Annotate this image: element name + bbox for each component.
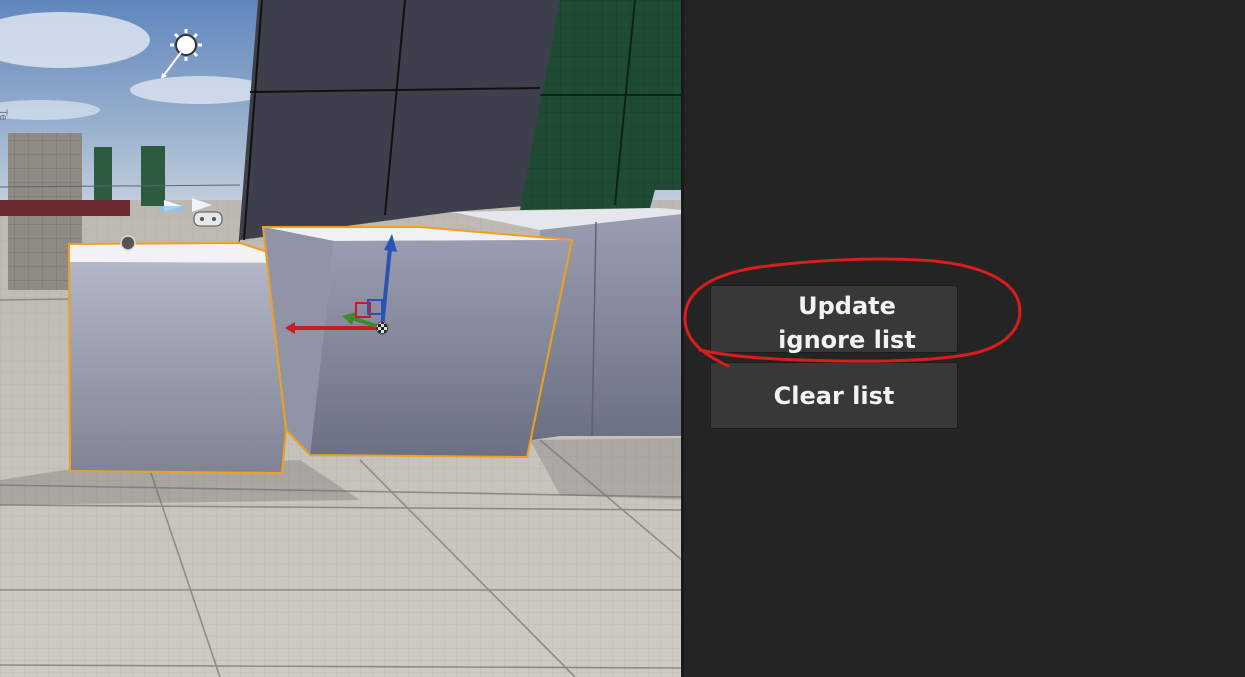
far-red-wall — [0, 200, 130, 216]
far-green-pillar — [94, 147, 112, 200]
details-panel: Update ignore list Clear list — [684, 0, 1245, 677]
update-ignore-list-label: Update ignore list — [778, 292, 916, 354]
selected-cube-left-front — [70, 262, 302, 473]
update-ignore-list-button[interactable]: Update ignore list — [710, 285, 958, 354]
cloud — [130, 76, 270, 104]
selected-cube-middle-front — [310, 240, 572, 457]
level-viewport[interactable]: Te — [0, 0, 682, 677]
viewport-partial-label: Te — [0, 109, 9, 121]
camera-sphere-icon — [120, 235, 136, 251]
clear-list-button[interactable]: Clear list — [710, 362, 958, 429]
far-green-pillar — [141, 146, 165, 206]
